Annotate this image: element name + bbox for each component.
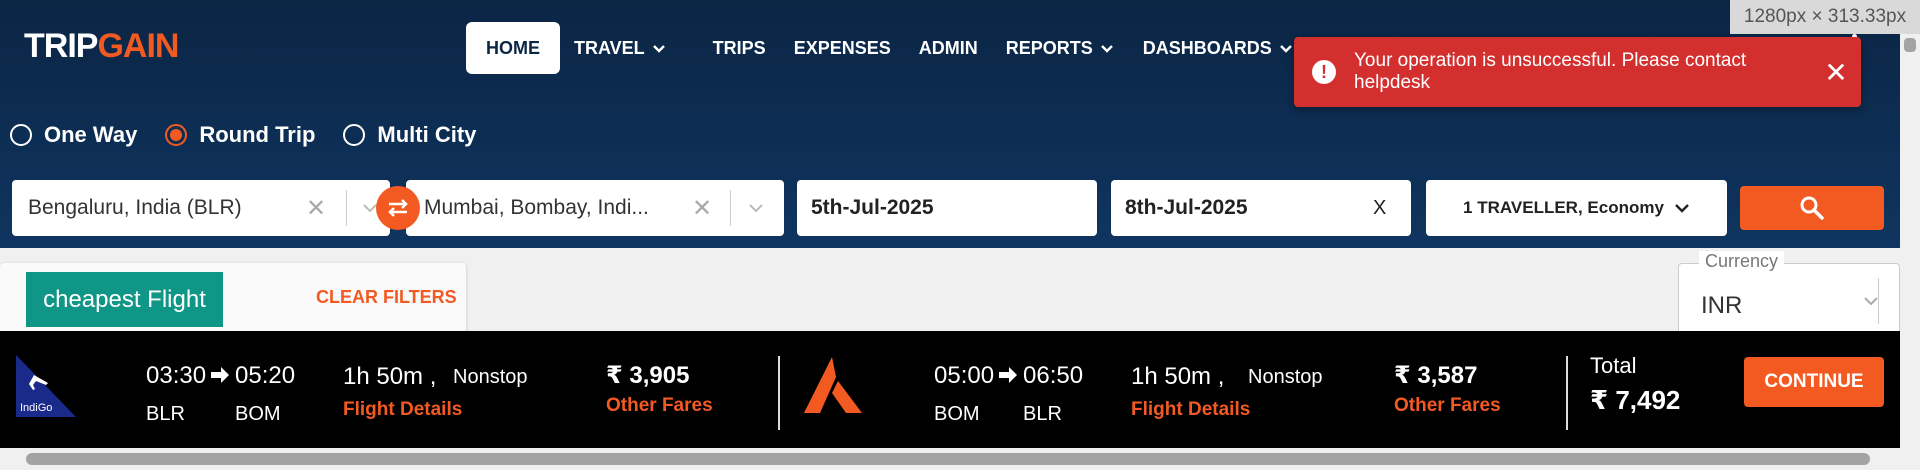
nav-admin-label: ADMIN	[918, 37, 978, 58]
logo-text-gain: GAIN	[97, 26, 179, 65]
total-price: ₹ 7,492	[1590, 385, 1681, 415]
nav-home[interactable]: HOME	[466, 22, 560, 74]
trip-one-way-label: One Way	[44, 122, 138, 147]
chevron-down-icon	[1100, 45, 1113, 53]
outbound-arr-time: 05:20	[235, 362, 296, 389]
trip-one-way[interactable]: One Way	[10, 122, 137, 148]
main-nav: HOME TRAVEL TRIPS EXPENSES ADMIN REPORTS…	[466, 22, 1360, 74]
error-icon: !	[1312, 60, 1336, 84]
return-date-field[interactable]: 8th-Jul-2025 X	[1111, 180, 1411, 236]
currency-label: Currency	[1699, 251, 1785, 272]
divider	[346, 190, 347, 226]
nav-reports-label: REPORTS	[1005, 37, 1093, 58]
trip-round-trip-label: Round Trip	[199, 122, 316, 147]
vertical-scrollbar-thumb[interactable]	[1904, 38, 1916, 52]
currency-value: INR	[1701, 292, 1743, 319]
outbound-dep-airport: BLR	[146, 403, 185, 425]
nav-expenses-label: EXPENSES	[793, 37, 891, 58]
radio-icon[interactable]	[343, 124, 366, 146]
divider	[1566, 356, 1568, 430]
selected-flights-bar: IndiGo 03:30 05:20 BLR BOM 1h 50m , Nons…	[0, 331, 1900, 448]
travellers-select[interactable]: 1 TRAVELLER, Economy	[1426, 180, 1727, 236]
outbound-arr-airport: BOM	[235, 403, 281, 425]
inbound-dep-time: 05:00	[934, 362, 995, 389]
radio-selected-icon[interactable]	[165, 124, 188, 146]
nav-travel-label: TRAVEL	[574, 37, 645, 58]
nav-trips[interactable]: TRIPS	[699, 22, 780, 74]
chevron-down-icon[interactable]	[748, 200, 764, 216]
outbound-dep-time: 03:30	[146, 362, 207, 389]
continue-button[interactable]: CONTINUE	[1744, 357, 1884, 407]
swap-icon	[388, 199, 408, 217]
outbound-price: ₹ 3,905	[606, 362, 690, 389]
radio-icon[interactable]	[10, 124, 32, 146]
error-toast: ! Your operation is unsuccessful. Please…	[1294, 37, 1861, 107]
clear-return-date-button[interactable]: X	[1373, 197, 1386, 220]
nav-dashboards-label: DASHBOARDS	[1142, 37, 1272, 58]
return-date-value: 8th-Jul-2025	[1125, 196, 1248, 219]
inbound-duration: 1h 50m ,	[1131, 363, 1225, 390]
arrow-right-icon	[999, 367, 1017, 383]
total-label: Total	[1590, 353, 1637, 378]
inbound-stops: Nonstop	[1248, 366, 1323, 388]
inbound-dep-airport: BOM	[934, 403, 980, 425]
to-city-value: Mumbai, Bombay, Indi...	[424, 196, 649, 219]
nav-admin[interactable]: ADMIN	[905, 22, 992, 74]
search-button[interactable]	[1740, 186, 1884, 230]
search-icon	[1800, 196, 1824, 220]
chevron-down-icon	[1675, 204, 1689, 213]
swap-cities-button[interactable]	[376, 186, 420, 230]
inbound-arr-time: 06:50	[1023, 362, 1084, 389]
horizontal-scrollbar-thumb[interactable]	[26, 453, 1870, 465]
inbound-price: ₹ 3,587	[1394, 362, 1478, 389]
depart-date-field[interactable]: 5th-Jul-2025	[797, 180, 1097, 236]
outbound-stops: Nonstop	[453, 366, 528, 388]
nav-reports[interactable]: REPORTS	[992, 22, 1129, 74]
outbound-flight-details-link[interactable]: Flight Details	[343, 399, 462, 421]
nav-travel[interactable]: TRAVEL	[560, 22, 681, 74]
tripgain-logo[interactable]: TRIP GAIN	[24, 26, 179, 66]
chevron-down-icon	[1279, 45, 1292, 53]
trip-type-group: One Way Round Trip Multi City	[10, 122, 476, 148]
trip-multi-city-label: Multi City	[377, 122, 477, 147]
divider	[730, 190, 731, 226]
indigo-logo-text: IndiGo	[20, 402, 52, 414]
close-icon[interactable]: ✕	[1811, 37, 1861, 107]
inbound-flight-details-link[interactable]: Flight Details	[1131, 399, 1250, 421]
indigo-logo: IndiGo	[16, 355, 76, 417]
outbound-duration: 1h 50m ,	[343, 363, 437, 390]
cheapest-flight-chip[interactable]: cheapest Flight	[26, 272, 223, 327]
viewport-size-badge: 1280px × 313.33px	[1730, 0, 1920, 34]
logo-text-trip: TRIP	[24, 26, 98, 65]
from-city-value: Bengaluru, India (BLR)	[28, 196, 242, 219]
trip-round-trip[interactable]: Round Trip	[165, 122, 315, 148]
akasa-logo	[804, 357, 862, 413]
error-message: Your operation is unsuccessful. Please c…	[1354, 50, 1747, 93]
inbound-other-fares-link[interactable]: Other Fares	[1394, 395, 1501, 417]
clear-filters-button[interactable]: CLEAR FILTERS	[316, 287, 457, 308]
depart-date-value: 5th-Jul-2025	[811, 196, 934, 219]
currency-select[interactable]: Currency INR	[1678, 251, 1900, 338]
nav-home-label: HOME	[486, 37, 540, 58]
clear-icon[interactable]: ✕	[692, 194, 712, 223]
nav-expenses[interactable]: EXPENSES	[780, 22, 905, 74]
outbound-other-fares-link[interactable]: Other Fares	[606, 395, 713, 417]
to-city-select[interactable]: Mumbai, Bombay, Indi... ✕	[406, 180, 784, 236]
arrow-right-icon	[211, 367, 229, 383]
chevron-down-icon	[652, 45, 665, 53]
clear-icon[interactable]: ✕	[306, 194, 326, 223]
nav-trips-label: TRIPS	[712, 37, 766, 58]
divider	[778, 356, 780, 430]
from-city-select[interactable]: Bengaluru, India (BLR) ✕	[12, 180, 390, 236]
inbound-arr-airport: BLR	[1023, 403, 1062, 425]
trip-multi-city[interactable]: Multi City	[343, 122, 476, 148]
travellers-value: 1 TRAVELLER, Economy	[1463, 198, 1664, 217]
nav-dashboards[interactable]: DASHBOARDS	[1129, 22, 1308, 74]
chevron-down-icon	[1864, 297, 1878, 306]
vertical-scrollbar[interactable]	[1900, 34, 1920, 454]
